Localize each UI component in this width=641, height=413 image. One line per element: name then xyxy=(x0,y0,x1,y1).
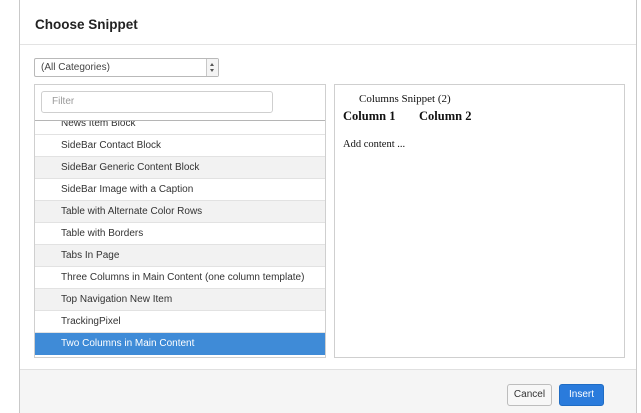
dialog-footer: Cancel Insert xyxy=(20,369,636,413)
cancel-button[interactable]: Cancel xyxy=(507,384,552,406)
snippet-item-tabs-in-page[interactable]: Tabs In Page xyxy=(35,245,325,267)
snippet-preview-panel: Columns Snippet (2) Column 1 Column 2 Ad… xyxy=(334,84,625,358)
preview-column-1: Column 1 xyxy=(343,109,396,123)
snippet-item-top-navigation-new-item[interactable]: Top Navigation New Item xyxy=(35,289,325,311)
dialog-header: Choose Snippet xyxy=(20,0,636,45)
filter-input[interactable]: Filter xyxy=(41,91,273,113)
preview-add-content: Add content ... xyxy=(343,139,406,150)
choose-snippet-dialog: Choose Snippet (All Categories) Filter N… xyxy=(19,0,637,413)
snippet-item-table-alternate-color-rows[interactable]: Table with Alternate Color Rows xyxy=(35,201,325,223)
snippet-item-sidebar-image-with-caption[interactable]: SideBar Image with a Caption xyxy=(35,179,325,201)
insert-button[interactable]: Insert xyxy=(559,384,604,406)
snippet-item-three-columns[interactable]: Three Columns in Main Content (one colum… xyxy=(35,267,325,289)
snippet-item-two-columns-selected[interactable]: Two Columns in Main Content xyxy=(35,333,325,355)
snippet-item-sidebar-contact-block[interactable]: SideBar Contact Block xyxy=(35,135,325,157)
select-arrows-icon[interactable] xyxy=(206,59,218,76)
snippet-item-table-with-borders[interactable]: Table with Borders xyxy=(35,223,325,245)
dialog-title: Choose Snippet xyxy=(35,17,138,32)
category-select-value: (All Categories) xyxy=(41,62,110,73)
snippet-item-news-item-block[interactable]: News Item Block xyxy=(35,121,325,135)
snippet-list[interactable]: News Item Block SideBar Contact Block Si… xyxy=(35,120,325,357)
snippet-list-panel: Filter News Item Block SideBar Contact B… xyxy=(34,84,326,358)
preview-column-2: Column 2 xyxy=(419,109,472,123)
snippet-item-trackingpixel[interactable]: TrackingPixel xyxy=(35,311,325,333)
category-select[interactable]: (All Categories) xyxy=(34,58,219,77)
preview-caption: Columns Snippet (2) xyxy=(359,93,451,105)
snippet-item-sidebar-generic-content-block[interactable]: SideBar Generic Content Block xyxy=(35,157,325,179)
